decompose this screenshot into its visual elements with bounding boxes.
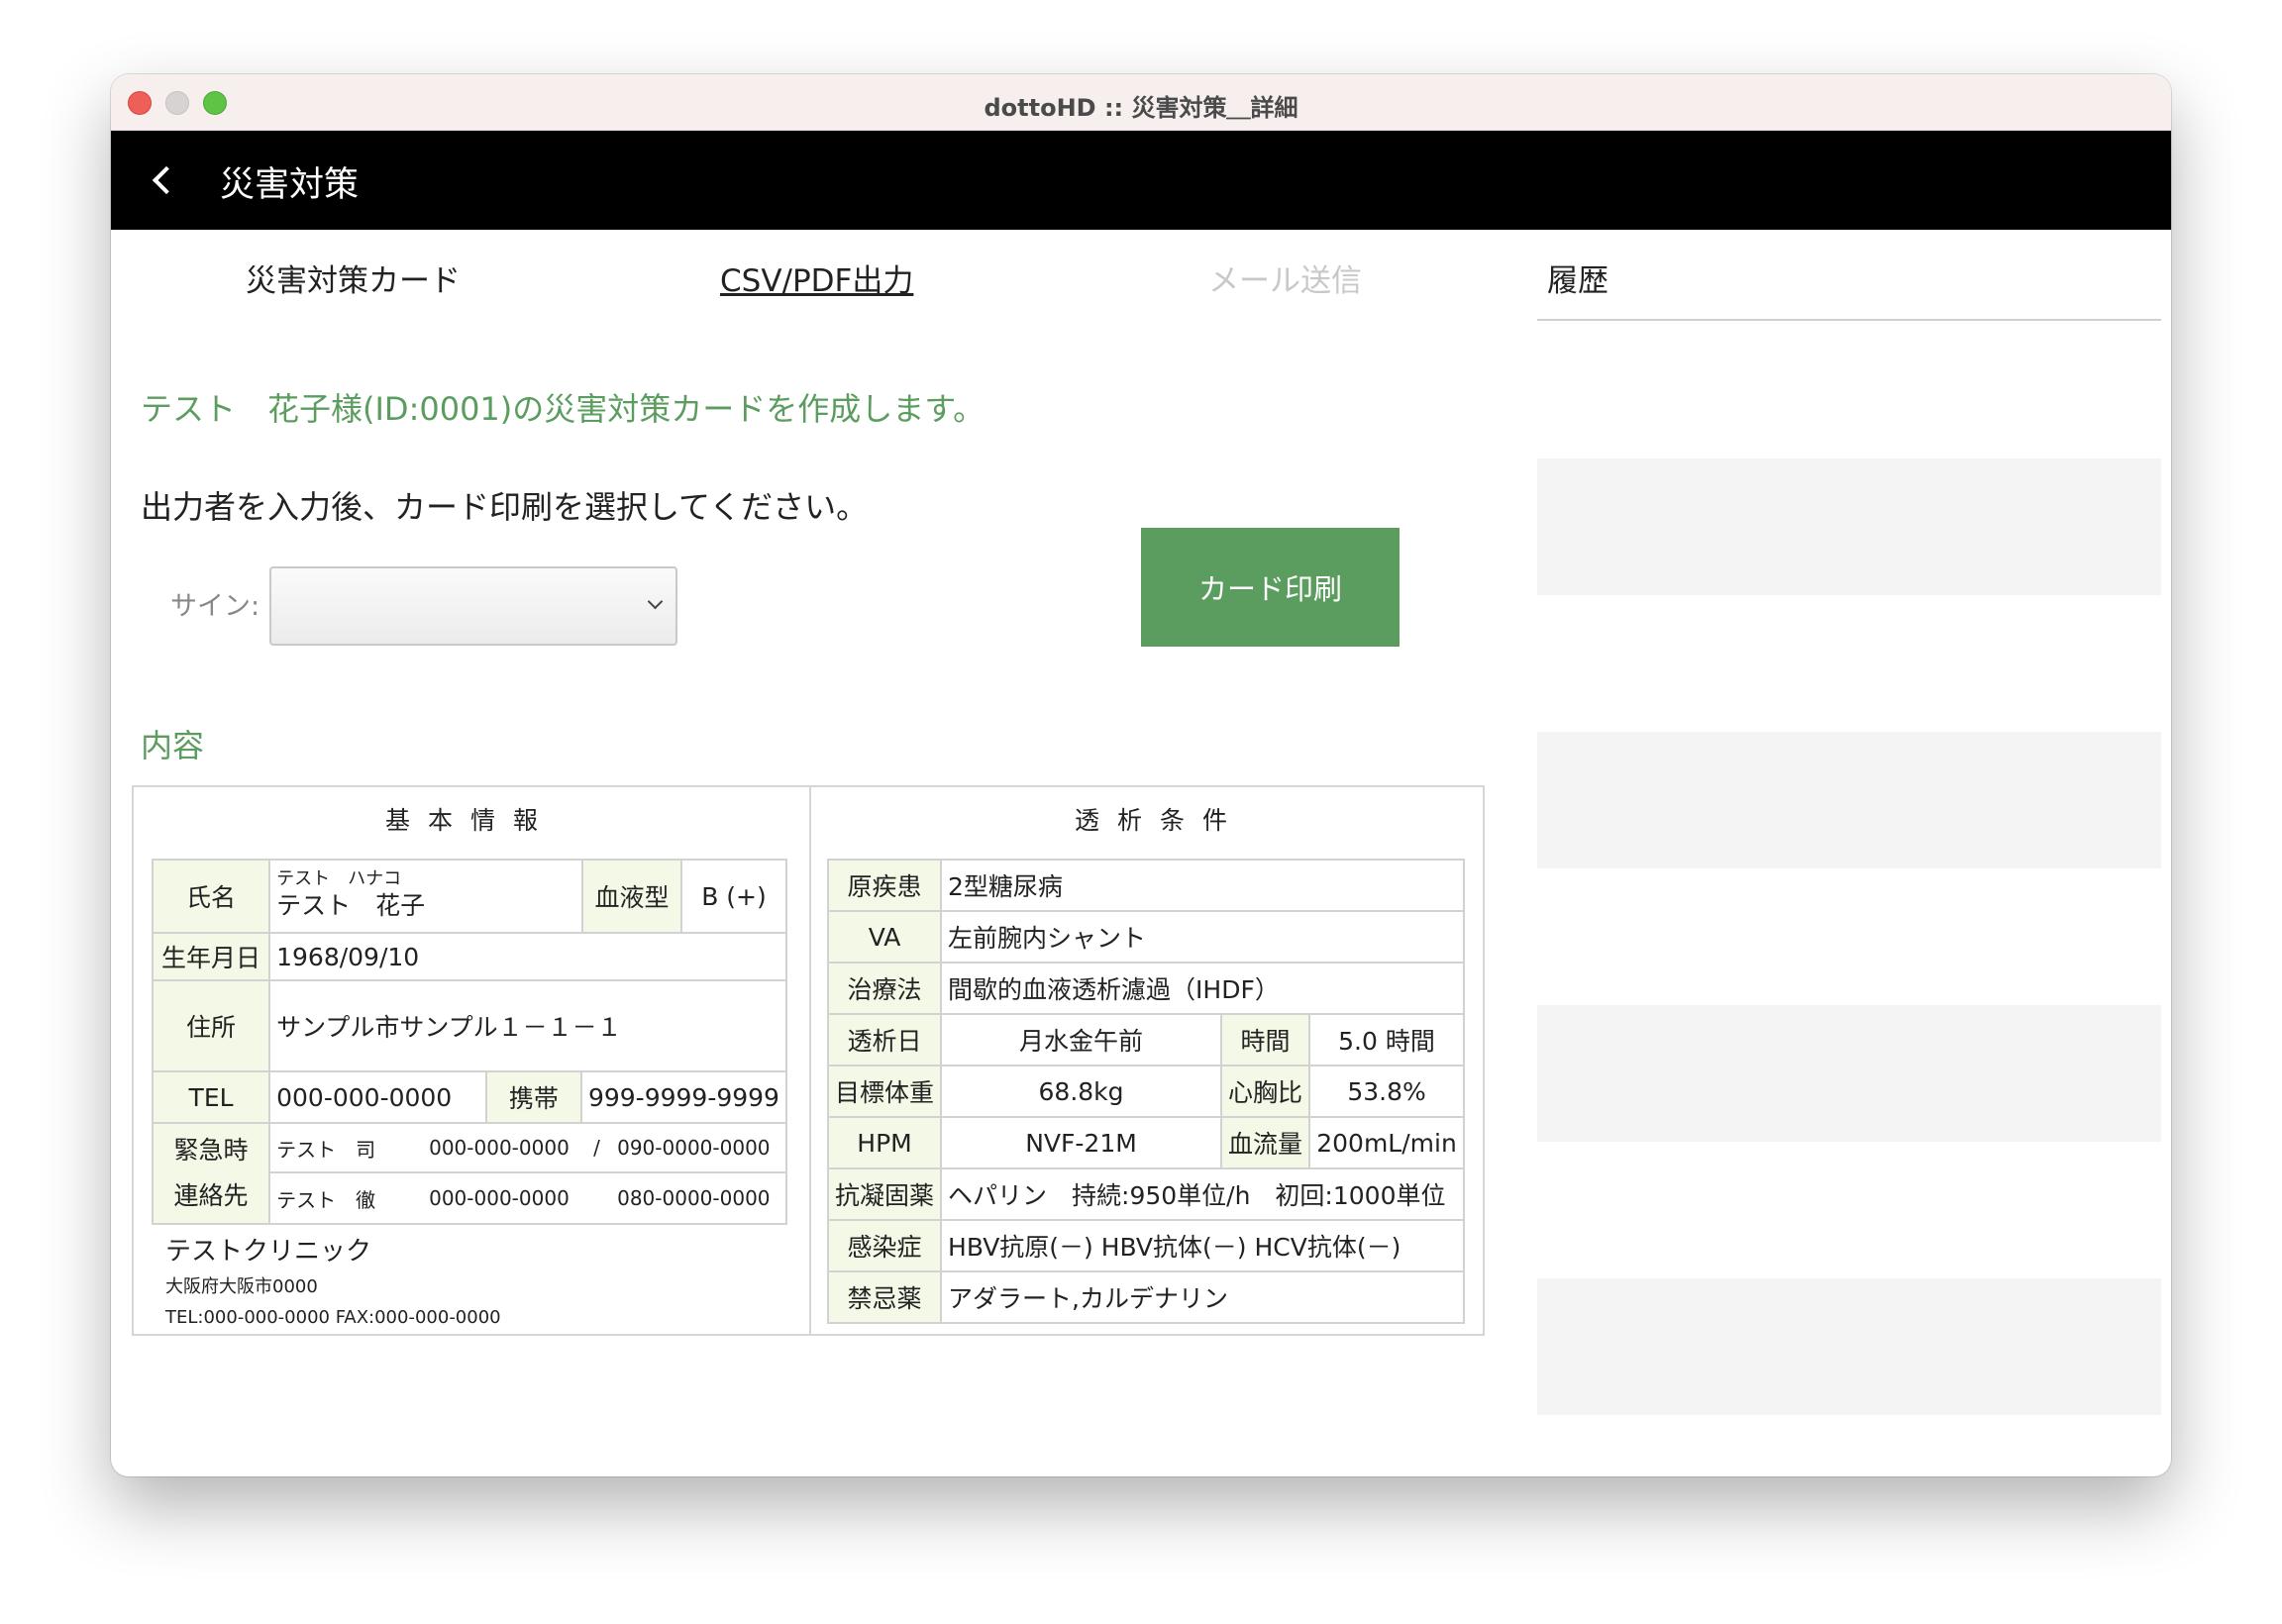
- patient-name: テスト 花子: [276, 891, 426, 920]
- therapy: 間歇的血液透析濾過（IHDF）: [940, 962, 1465, 1015]
- hpm: NVF-21M: [940, 1116, 1223, 1169]
- emergency-label-line-1: 緊急時: [173, 1136, 249, 1165]
- contact-name: テスト 徹: [276, 1187, 376, 1212]
- infection-label: 感染症: [826, 1219, 943, 1272]
- content-section-title: 内容: [141, 727, 205, 764]
- dry-weight: 68.8kg: [940, 1065, 1223, 1118]
- birth-label: 生年月日: [151, 932, 271, 981]
- back-chevron-icon[interactable]: [147, 162, 182, 198]
- blood-cell: 血液型 B (+): [580, 859, 788, 934]
- blood-flow: 200mL/min: [1308, 1116, 1465, 1169]
- anticoagulant: ヘパリン 持続:950単位/h 初回:1000単位: [940, 1167, 1465, 1221]
- dialysis-time: 5.0 時間: [1308, 1013, 1465, 1066]
- card-divider: [809, 787, 811, 1334]
- va: 左前腕内シャント: [940, 910, 1465, 964]
- history-item[interactable]: [1537, 1278, 2161, 1415]
- anticoag-label: 抗凝固薬: [826, 1167, 943, 1221]
- contact-tel: 000-000-0000: [429, 1186, 570, 1210]
- basic-info-header: 基本情報: [385, 806, 557, 835]
- emergency-contact-row: テスト 徹 000-000-0000 080-0000-0000: [270, 1173, 785, 1223]
- address-label: 住所: [151, 979, 271, 1072]
- tab-csv-pdf-output[interactable]: CSV/PDF出力: [720, 255, 913, 300]
- contraindicated-drugs: アダラート,カルデナリン: [940, 1270, 1465, 1324]
- contact-separator: /: [593, 1136, 600, 1160]
- hpm-label: HPM: [826, 1116, 943, 1169]
- ctr: 53.8%: [1308, 1065, 1465, 1118]
- dry-weight-label: 目標体重: [826, 1065, 943, 1118]
- clinic-tel-fax: TEL:000-000-0000 FAX:000-000-0000: [165, 1307, 501, 1328]
- disease-label: 原疾患: [826, 859, 943, 912]
- contact-name: テスト 司: [276, 1137, 376, 1162]
- sign-label: サイン:: [170, 591, 260, 622]
- contact-tel: 000-000-0000: [429, 1136, 570, 1160]
- time-label: 時間: [1220, 1013, 1311, 1066]
- emergency-label-line-2: 連絡先: [173, 1181, 249, 1210]
- therapy-label: 治療法: [826, 962, 943, 1015]
- chevron-down-icon: [648, 596, 662, 610]
- history-item[interactable]: [1537, 732, 2161, 868]
- contact-mobile: 090-0000-0000: [617, 1136, 771, 1160]
- history-divider: [1537, 319, 2161, 321]
- flow-label: 血流量: [1220, 1116, 1311, 1169]
- infection: HBV抗原(－) HBV抗体(－) HCV抗体(－): [940, 1219, 1465, 1272]
- app-window: dottoHD :: 災害対策＿詳細 災害対策 災害対策カード CSV/PDF出…: [111, 74, 2171, 1476]
- history-item[interactable]: [1537, 1005, 2161, 1142]
- name-kana: テスト ハナコ: [276, 868, 402, 889]
- history-item[interactable]: [1537, 458, 2161, 595]
- tab-mail-send[interactable]: メール送信: [1208, 255, 1362, 300]
- disease: 2型糖尿病: [940, 859, 1465, 912]
- intro-message: テスト 花子様(ID:0001)の災害対策カードを作成します。: [141, 390, 985, 428]
- history-title: 履歴: [1547, 263, 1608, 299]
- emergency-label: 緊急時 連絡先: [151, 1122, 271, 1225]
- emergency-contact-row: テスト 司 000-000-0000 / 090-0000-0000: [270, 1124, 785, 1173]
- disaster-card-preview: 基本情報 透析条件 氏名 テスト ハナコ テスト 花子 血液型 B (+) 生年…: [132, 785, 1485, 1336]
- tel: 000-000-0000: [268, 1070, 487, 1124]
- print-card-button[interactable]: カード印刷: [1141, 528, 1400, 647]
- birth-date: 1968/09/10: [268, 932, 787, 981]
- contact-mobile: 080-0000-0000: [617, 1186, 771, 1210]
- dialysis-days: 月水金午前: [940, 1013, 1223, 1066]
- days-label: 透析日: [826, 1013, 943, 1066]
- tab-disaster-card[interactable]: 災害対策カード: [246, 255, 461, 300]
- blood-type-label: 血液型: [580, 861, 682, 932]
- contraindicated-label: 禁忌薬: [826, 1270, 943, 1324]
- basic-info-table: 氏名 テスト ハナコ テスト 花子 血液型 B (+) 生年月日 1968/09…: [151, 859, 788, 1225]
- clinic-address: 大阪府大阪市0000: [165, 1276, 318, 1297]
- window-title: dottoHD :: 災害対策＿詳細: [984, 94, 1298, 122]
- clinic-name: テストクリニック: [165, 1237, 372, 1267]
- blood-type: B (+): [701, 881, 767, 911]
- mobile: 999-9999-9999: [579, 1070, 788, 1124]
- instruction-text: 出力者を入力後、カード印刷を選択してください。: [141, 488, 869, 526]
- va-label: VA: [826, 910, 943, 964]
- tel-label: TEL: [151, 1070, 271, 1124]
- mobile-label: 携帯: [484, 1070, 582, 1124]
- dialysis-conditions-header: 透析条件: [1075, 806, 1246, 835]
- address: サンプル市サンプル１－１－１: [268, 979, 787, 1072]
- dialysis-conditions-table: 原疾患 2型糖尿病 VA 左前腕内シャント 治療法 間歇的血液透析濾過（IHDF…: [826, 859, 1465, 1324]
- title-bar: dottoHD :: 災害対策＿詳細: [111, 74, 2171, 131]
- ctr-label: 心胸比: [1220, 1065, 1311, 1118]
- page-title: 災害対策: [220, 165, 360, 205]
- sign-select[interactable]: [269, 566, 677, 646]
- app-header: 災害対策: [111, 131, 2171, 230]
- name-cell: テスト ハナコ テスト 花子: [268, 859, 581, 934]
- emergency-contacts: テスト 司 000-000-0000 / 090-0000-0000 テスト 徹…: [268, 1122, 787, 1225]
- name-label: 氏名: [151, 859, 271, 934]
